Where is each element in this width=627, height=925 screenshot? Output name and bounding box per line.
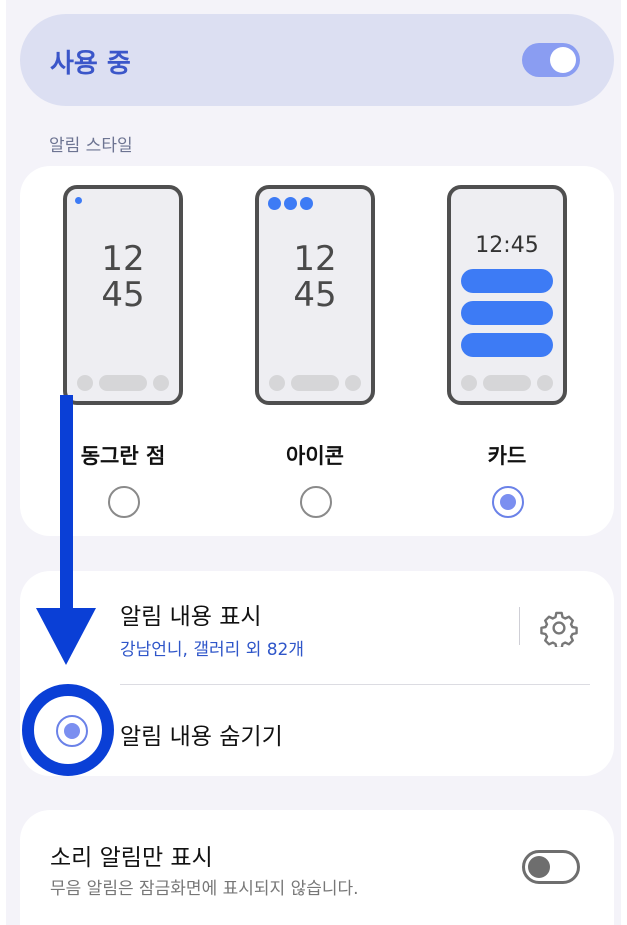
preview-clock: 12 45: [101, 239, 145, 315]
app-icon-dot: [268, 197, 281, 210]
sound-only-title: 소리 알림만 표시: [50, 845, 213, 871]
preview-bottom-bar: [269, 375, 361, 391]
style-preview-dot[interactable]: 12 45: [63, 185, 183, 405]
style-label-card: 카드: [487, 444, 527, 468]
toggle-knob: [528, 856, 550, 878]
hide-content-row[interactable]: 알림 내용 숨기기: [20, 687, 614, 776]
style-radio-card[interactable]: [492, 486, 524, 518]
sound-only-card[interactable]: 소리 알림만 표시 무음 알림은 잠금화면에 표시되지 않습니다.: [20, 810, 614, 925]
style-label-dot: 동그란 점: [80, 444, 166, 468]
preview-bottom-bar: [77, 375, 169, 391]
style-preview-icon[interactable]: 12 45: [255, 185, 375, 405]
style-label-icon: 아이콘: [286, 444, 344, 468]
notification-card-bar: [461, 333, 553, 357]
horizontal-divider: [120, 684, 590, 685]
master-toggle-card[interactable]: 사용 중: [20, 14, 614, 106]
master-toggle-switch[interactable]: [522, 43, 580, 77]
gear-icon[interactable]: [540, 609, 578, 647]
app-icon-dot: [300, 197, 313, 210]
master-toggle-label: 사용 중: [50, 49, 131, 79]
sound-only-toggle[interactable]: [522, 850, 580, 884]
section-title-notification-style: 알림 스타일: [49, 136, 133, 156]
preview-bottom-bar: [461, 375, 553, 391]
vertical-divider: [519, 607, 520, 645]
style-radio-icon[interactable]: [300, 486, 332, 518]
left-edge: [0, 0, 6, 925]
hide-content-radio[interactable]: [56, 715, 88, 747]
preview-clock-small: 12:45: [475, 233, 539, 258]
notification-card-bar: [461, 301, 553, 325]
preview-clock: 12 45: [293, 239, 337, 315]
notification-card-bar: [461, 269, 553, 293]
app-icon-dot: [284, 197, 297, 210]
notification-dot-icon: [75, 197, 82, 204]
sound-only-subtitle: 무음 알림은 잠금화면에 표시되지 않습니다.: [50, 879, 359, 899]
show-content-row[interactable]: 알림 내용 표시 강남언니, 갤러리 외 82개: [20, 571, 500, 681]
style-radio-dot[interactable]: [108, 486, 140, 518]
show-content-subtitle: 강남언니, 갤러리 외 82개: [120, 640, 305, 660]
show-content-title: 알림 내용 표시: [120, 604, 262, 630]
hide-content-title: 알림 내용 숨기기: [120, 724, 283, 750]
style-preview-card[interactable]: 12:45: [447, 185, 567, 405]
toggle-knob: [550, 47, 576, 73]
notification-style-card: 12 45 동그란 점 12 45 아이콘 12:45 카드: [20, 166, 614, 536]
notification-content-card: 알림 내용 표시 강남언니, 갤러리 외 82개 알림 내용 숨기기: [20, 571, 614, 776]
right-edge: [621, 0, 627, 925]
